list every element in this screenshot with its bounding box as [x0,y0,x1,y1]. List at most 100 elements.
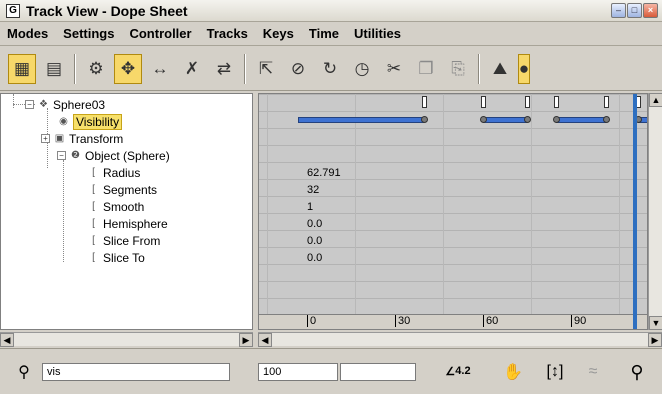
zoom-horizontal-extents-icon[interactable]: [↕] [540,361,570,383]
visibility-range-bar[interactable] [298,117,425,123]
key-marker[interactable] [480,96,486,108]
cut-icon[interactable]: ✂ [380,54,408,84]
scale-keys-icon[interactable]: ✗ [178,54,206,84]
scroll-left-arrow-icon[interactable]: ◀ [258,333,272,347]
tree-node-slice-to[interactable]: [ Slice To [87,249,145,266]
tree-node-smooth[interactable]: [ Smooth [87,198,144,215]
tree-node-visibility[interactable]: ◉ Visibility [57,113,123,130]
modify-subtree-icon[interactable]: ⛰ [486,54,514,84]
grid-row-line [259,128,647,129]
scroll-left-arrow-icon[interactable]: ◀ [0,333,14,347]
collapse-icon[interactable]: − [25,100,34,109]
value-hemisphere[interactable]: 0.0 [307,218,322,230]
tree-node-slice-from[interactable]: [ Slice From [87,232,160,249]
menu-tracks[interactable]: Tracks [200,26,256,41]
close-button[interactable]: × [643,3,658,18]
menu-utilities[interactable]: Utilities [347,26,409,41]
key-marker[interactable] [554,96,560,108]
grid-row-line [259,145,647,146]
grid-row-line [259,264,647,265]
select-time-icon[interactable]: ⇱ [252,54,280,84]
expand-icon[interactable]: + [41,134,50,143]
dope-sheet-track-area[interactable]: 62.791 32 1 0.0 0.0 0.0 0 30 60 90 [258,93,648,330]
toolbar-separator [244,53,246,84]
copy-icon[interactable]: ❐ [412,54,440,84]
zoom-selected-object-icon[interactable]: ⚲ [12,361,36,383]
param-icon: [ [92,184,95,195]
slide-keys-icon[interactable]: ↔ [146,54,174,84]
move-keys-icon[interactable]: ✥ [114,53,142,84]
scroll-right-arrow-icon[interactable]: ▶ [239,333,253,347]
minimize-button[interactable]: – [611,3,626,18]
visibility-key[interactable] [602,116,610,123]
menu-modes[interactable]: Modes [0,26,56,41]
tree-node-transform[interactable]: + ▣ Transform [41,130,123,147]
tree-node-sphere03[interactable]: − ❖ Sphere03 [25,96,105,113]
edit-keys-icon[interactable]: ▦ [8,53,36,84]
visibility-key[interactable] [421,116,429,123]
visibility-key[interactable] [553,116,561,123]
tree-node-hemisphere[interactable]: [ Hemisphere [87,215,168,232]
grid-row-line [259,111,647,112]
tree-horizontal-scrollbar[interactable]: ◀ ▶ [0,332,253,347]
insert-time-icon[interactable]: ◷ [348,54,376,84]
lock-icon[interactable]: ● [518,53,530,84]
track-horizontal-scrollbar[interactable]: ◀ ▶ [258,332,662,347]
grid-col-line [267,94,268,314]
visibility-track-icon: ◉ [59,116,68,127]
toolbar: ▦ ▤ ⚙ ✥ ↔ ✗ ⇄ ⇱ ⊘ ↻ ◷ ✂ ❐ ⎘ ⛰ ● [0,47,662,91]
tree-node-segments[interactable]: [ Segments [87,181,157,198]
key-marker[interactable] [524,96,530,108]
tree-connector [13,94,14,108]
menu-time[interactable]: Time [302,26,347,41]
scale-time-icon[interactable]: ⇄ [210,54,238,84]
vertical-scrollbar[interactable]: ▲ ▼ [648,93,662,330]
filters-icon[interactable]: ⚙ [82,54,110,84]
visibility-key[interactable] [479,116,487,123]
name-search-field[interactable]: vis [42,363,230,381]
value-segments[interactable]: 32 [307,184,319,196]
value-field[interactable] [340,363,416,381]
tree-node-object-sphere[interactable]: − ❷ Object (Sphere) [57,147,170,164]
angle-readout: ∠ 4.2 [445,365,471,378]
time-slider[interactable] [633,94,638,329]
grid-col-line [619,94,620,314]
menu-keys[interactable]: Keys [256,26,302,41]
menu-controller[interactable]: Controller [122,26,199,41]
zoom-value-extents-icon[interactable]: ≈ [580,361,606,383]
tree-node-radius[interactable]: [ Radius [87,164,140,181]
value-radius[interactable]: 62.791 [307,167,341,179]
scroll-up-arrow-icon[interactable]: ▲ [649,93,662,107]
frame-field[interactable]: 100 [258,363,338,381]
grid-row-line [259,281,647,282]
value-slice-from[interactable]: 0.0 [307,235,322,247]
key-marker[interactable] [422,96,428,108]
object-sphere-icon: ❷ [71,150,80,161]
grid-row-line [259,230,647,231]
menu-settings[interactable]: Settings [56,26,122,41]
toolbar-separator [74,53,76,84]
paste-icon[interactable]: ⎘ [444,54,472,84]
restore-button[interactable]: □ [627,3,642,18]
app-icon[interactable]: G [6,3,20,18]
visibility-range-bar[interactable] [556,117,606,123]
ruler-tick: 60 [483,315,499,327]
scroll-down-arrow-icon[interactable]: ▼ [649,316,662,330]
key-marker[interactable] [603,96,609,108]
reverse-time-icon[interactable]: ↻ [316,54,344,84]
grid-row-line [259,162,647,163]
visibility-key[interactable] [523,116,531,123]
edit-ranges-icon[interactable]: ▤ [40,54,68,84]
zoom-icon[interactable]: ⚲ [624,361,650,383]
scroll-right-arrow-icon[interactable]: ▶ [648,333,662,347]
visibility-range-bar[interactable] [482,117,527,123]
param-icon: [ [92,218,95,229]
value-slice-to[interactable]: 0.0 [307,252,322,264]
controller-tree[interactable]: − ❖ Sphere03 ◉ Visibility + ▣ Transform … [0,93,253,330]
value-smooth[interactable]: 1 [307,201,313,213]
delete-time-icon[interactable]: ⊘ [284,54,312,84]
pan-hand-icon[interactable]: ✋ [500,361,526,383]
collapse-icon[interactable]: − [57,151,66,160]
ruler-tick: 30 [395,315,411,327]
time-ruler[interactable]: 0 30 60 90 [259,314,647,329]
